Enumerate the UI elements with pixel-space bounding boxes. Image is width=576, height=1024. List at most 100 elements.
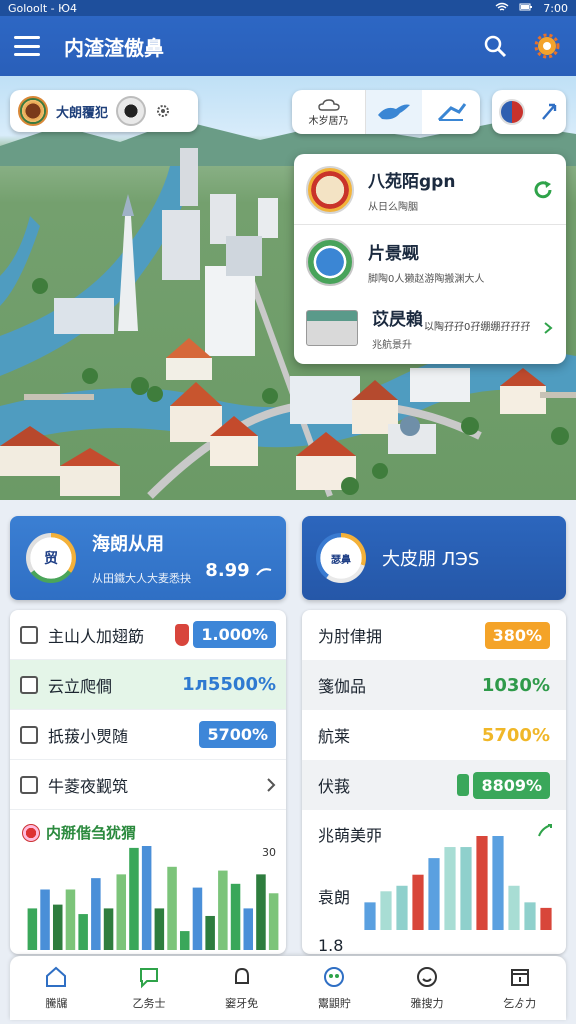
profile-avatar[interactable] (116, 96, 147, 126)
card-value: 8.99 (205, 560, 272, 581)
nav-label: 窭牙免 (225, 997, 259, 1010)
list-item[interactable]: 云立爬僴 1л5500% (10, 660, 286, 710)
location-chip-label: 大朗覆犯 (56, 105, 109, 121)
refresh-icon[interactable] (532, 179, 554, 201)
group-icon (324, 967, 345, 987)
bird-icon (378, 104, 410, 120)
chart-bar (492, 836, 504, 930)
chart-bar (205, 915, 215, 950)
status-left-text: Goloolt - Ю4 (8, 1, 77, 15)
list-item[interactable]: 为肘侓拥 380% (302, 610, 566, 660)
chart-title: 内掰偕刍犹猬 (46, 824, 137, 842)
nav-label: 乞ゟ力 (503, 997, 537, 1010)
checkbox[interactable] (20, 775, 38, 794)
compass-arrow-icon[interactable] (539, 101, 559, 123)
calendar-icon (510, 969, 529, 986)
list-item[interactable]: 伏莪 8809% (302, 760, 566, 810)
chart-side-label: 袁朗 (318, 888, 351, 907)
chart-bar (524, 902, 536, 930)
popover-item[interactable]: 苡昃賴 兆航景升 以陶孖孖0孖绷绷孖孖孖 (294, 298, 566, 358)
record-icon (22, 823, 40, 842)
popover-item[interactable]: 八苑陌gpn 从日么陶胭 (294, 162, 566, 218)
list-item-label: 为肘侓拥 (318, 627, 383, 646)
chart-bar (230, 883, 241, 950)
checkbox[interactable] (20, 675, 38, 694)
checkbox[interactable] (20, 725, 38, 744)
chart-bar (256, 874, 266, 950)
list-item[interactable]: 航莱 5700% (302, 710, 566, 760)
nav-label: 鬻鼰貯 (317, 997, 351, 1010)
gear-icon[interactable] (154, 102, 172, 120)
list-item-value: 1л5500% (182, 674, 276, 695)
chart-bar (192, 887, 203, 950)
chart-bar (116, 874, 127, 950)
summary-card-right[interactable]: 瑟鼻 大皮朋 ЛЭS (302, 516, 566, 600)
chart-bar (52, 904, 63, 950)
left-list-panel: 主山人加翅筯 1.000% 云立爬僴 1л5500% 扺菝小煛随 5700% 牛… (10, 610, 286, 954)
city-map[interactable]: 大朗覆犯 木岁居乃 八苑陌gpn 从日么陶胭 片景觋 脚陶0人獭赵游陶搬渊大人 … (0, 76, 576, 500)
list-item-value: 5700% (481, 724, 550, 746)
chart-bar (380, 891, 392, 930)
settings-button[interactable] (532, 31, 562, 61)
popover-item[interactable]: 片景觋 脚陶0人獭赵游陶搬渊大人 (294, 234, 566, 290)
list-item[interactable]: 主山人加翅筯 1.000% (10, 610, 286, 660)
route-button[interactable] (422, 90, 480, 134)
list-item[interactable]: 扺菝小煛随 5700% (10, 710, 286, 760)
list-item-value: 1030% (481, 674, 550, 696)
route-icon (437, 103, 467, 122)
popover-item-title: 片景觋 (368, 244, 419, 264)
cloud-icon (317, 98, 340, 111)
chart-bar (460, 847, 472, 930)
badge-icon (306, 238, 354, 286)
home-icon (46, 966, 67, 987)
chart-bar (78, 914, 88, 950)
list-item-label: 云立爬僴 (48, 676, 113, 696)
nav-item-groups[interactable]: 鬻鼰貯 (288, 956, 381, 1020)
location-chip[interactable]: 大朗覆犯 (10, 90, 198, 132)
battery-icon (519, 2, 533, 15)
gear-icon (534, 33, 560, 59)
smiley-icon (417, 967, 438, 987)
menu-icon[interactable] (14, 36, 40, 56)
chart-bar (428, 858, 440, 930)
bird-button[interactable] (366, 90, 422, 134)
popover-item-subtitle: 兆航景升 (372, 340, 412, 351)
nav-item-home[interactable]: 騰牖 (10, 956, 103, 1020)
list-item-label: 主山人加翅筯 (48, 626, 145, 646)
map-layer-label: 木岁居乃 (308, 115, 349, 127)
map-layer-button[interactable]: 木岁居乃 (292, 90, 366, 134)
shield-icon (175, 623, 190, 646)
bottom-nav: 騰牖 乙务士 窭牙免 鬻鼰貯 雅搜力 乞ゟ力 (10, 956, 566, 1020)
nav-item-emoji[interactable]: 雅搜力 (381, 956, 474, 1020)
checkbox[interactable] (20, 625, 38, 644)
map-actions-chip (492, 90, 566, 134)
map-tools-chip: 木岁居乃 (292, 90, 480, 134)
chart-bar (476, 836, 488, 930)
summary-card-left[interactable]: 贸 海朗从用 从田鐵大人大麦悉抉 8.99 (10, 516, 286, 600)
chart-bar (268, 893, 279, 950)
list-item[interactable]: 箋伽品 1030% (302, 660, 566, 710)
chevron-right-icon[interactable] (542, 321, 554, 335)
list-item[interactable]: 牛菱夜觐筑 (10, 760, 286, 810)
progress-ring: 贸 (26, 533, 76, 583)
chart-bar (103, 908, 114, 950)
right-list-panel: 为肘侓拥 380% 箋伽品 1030% 航莱 5700% 伏莪 8809% 兆萌… (302, 610, 566, 954)
chat-bubble-icon (140, 968, 158, 989)
building-icon (306, 310, 358, 346)
chart-bar (218, 870, 228, 950)
place-icon (306, 166, 354, 214)
search-button[interactable] (480, 31, 510, 61)
list-item-value: 1.000% (193, 621, 276, 648)
nav-item-notifications[interactable]: 窭牙免 (195, 956, 288, 1020)
flag-icon[interactable] (499, 99, 525, 125)
card-title: 大皮朋 ЛЭS (382, 549, 480, 570)
chart-bar (412, 874, 424, 930)
chart-bar (540, 907, 552, 930)
popover-divider (294, 224, 566, 225)
status-bar: Goloolt - Ю4 7:00 (0, 0, 576, 16)
nav-item-calendar[interactable]: 乞ゟ力 (473, 956, 566, 1020)
nav-item-chat[interactable]: 乙务士 (103, 956, 196, 1020)
trend-arrow-icon (256, 568, 272, 576)
chart-bar (508, 885, 520, 930)
chart-bar (129, 847, 139, 950)
